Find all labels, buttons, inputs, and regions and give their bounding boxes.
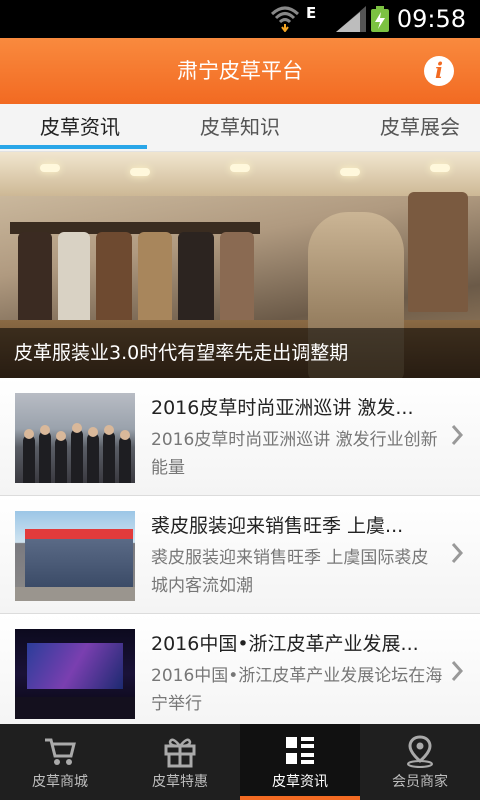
nav-fur-news[interactable]: 皮草资讯 xyxy=(240,724,360,800)
banner-coat xyxy=(96,232,132,324)
news-title: 2016皮草时尚亚洲巡讲 激发... xyxy=(151,397,414,419)
nav-active-indicator xyxy=(240,796,360,800)
signal-icon xyxy=(336,6,366,32)
app-title: 肃宁皮草平台 xyxy=(177,59,303,83)
news-thumbnail xyxy=(15,511,135,601)
banner-carousel[interactable]: 皮革服装业3.0时代有望率先走出调整期 xyxy=(0,152,480,378)
banner-light xyxy=(340,168,360,176)
chevron-right-icon xyxy=(451,661,464,681)
chevron-right-icon xyxy=(451,425,464,445)
banner-coat xyxy=(408,192,468,312)
news-title: 2016中国•浙江皮革产业发展... xyxy=(151,633,419,655)
banner-light xyxy=(430,164,450,172)
thumb-person xyxy=(103,431,115,483)
news-summary: 裘皮服装迎来销售旺季 上虞国际裘皮城内客流如潮 xyxy=(151,548,429,596)
news-thumbnail xyxy=(15,629,135,719)
banner-coat xyxy=(220,232,254,328)
banner-image-ceiling xyxy=(0,152,480,196)
banner-caption: 皮革服装业3.0时代有望率先走出调整期 xyxy=(14,342,349,364)
location-pin-icon xyxy=(407,735,433,768)
chevron-right-icon xyxy=(451,543,464,563)
wifi-icon xyxy=(270,6,300,32)
cart-icon xyxy=(45,738,76,765)
nav-label: 会员商家 xyxy=(392,774,448,790)
app-header: 肃宁皮草平台 i xyxy=(0,38,480,104)
thumb-person xyxy=(119,436,131,483)
banner-light xyxy=(230,164,250,172)
thumb-head xyxy=(72,423,82,433)
thumb-head xyxy=(88,427,98,437)
grid-list-icon xyxy=(286,737,314,764)
nav-fur-mall[interactable]: 皮草商城 xyxy=(0,724,120,800)
nav-member-merchants[interactable]: 会员商家 xyxy=(360,724,480,800)
thumb-stage-screen xyxy=(27,643,123,689)
thumb-building xyxy=(25,539,133,589)
nav-fur-deals[interactable]: 皮草特惠 xyxy=(120,724,240,800)
thumb-head xyxy=(104,425,114,435)
banner-coat xyxy=(178,232,214,326)
thumb-person xyxy=(55,437,67,483)
info-button[interactable]: i xyxy=(424,56,454,86)
tab-active-indicator xyxy=(0,145,147,149)
info-icon: i xyxy=(435,58,443,83)
thumb-person xyxy=(23,435,35,483)
news-summary: 2016皮草时尚亚洲巡讲 激发行业创新能量 xyxy=(151,430,438,478)
bottom-nav: 皮草商城 皮草特惠 皮草资讯 会员商家 xyxy=(0,724,480,800)
news-title: 裘皮服装迎来销售旺季 上虞... xyxy=(151,515,404,537)
banner-coat xyxy=(58,232,90,328)
thumb-audience xyxy=(15,697,135,719)
banner-light xyxy=(40,164,60,172)
list-item[interactable]: 裘皮服装迎来销售旺季 上虞... 裘皮服装迎来销售旺季 上虞国际裘皮城内客流如潮 xyxy=(0,496,480,614)
list-item[interactable]: 2016皮草时尚亚洲巡讲 激发... 2016皮草时尚亚洲巡讲 激发行业创新能量 xyxy=(0,378,480,496)
battery-charging-icon xyxy=(371,6,389,32)
banner-light xyxy=(130,168,150,176)
thumb-street xyxy=(15,587,135,601)
status-bar: E 09:58 xyxy=(0,0,480,38)
nav-label: 皮草特惠 xyxy=(152,774,208,790)
tab-fur-knowledge[interactable]: 皮草知识 xyxy=(160,104,320,152)
banner-coat xyxy=(138,232,172,330)
gift-icon xyxy=(164,738,196,768)
thumb-person xyxy=(39,431,51,483)
thumb-head xyxy=(24,429,34,439)
thumb-head xyxy=(56,431,66,441)
thumb-person xyxy=(71,429,83,483)
thumb-person xyxy=(87,433,99,483)
tab-fur-exhibition[interactable]: 皮草展会 xyxy=(320,104,480,152)
status-time: 09:58 xyxy=(396,5,466,33)
thumb-head xyxy=(40,425,50,435)
banner-coat xyxy=(18,232,52,322)
nav-label: 皮草资讯 xyxy=(272,774,328,790)
news-thumbnail xyxy=(15,393,135,483)
nav-label: 皮草商城 xyxy=(32,774,88,790)
news-summary: 2016中国•浙江皮革产业发展论坛在海宁举行 xyxy=(151,666,443,714)
thumb-head xyxy=(120,430,130,440)
news-list: 2016皮草时尚亚洲巡讲 激发... 2016皮草时尚亚洲巡讲 激发行业创新能量… xyxy=(0,378,480,724)
network-type: E xyxy=(306,4,317,22)
list-item[interactable]: 2016中国•浙江皮革产业发展... 2016中国•浙江皮革产业发展论坛在海宁举… xyxy=(0,614,480,724)
